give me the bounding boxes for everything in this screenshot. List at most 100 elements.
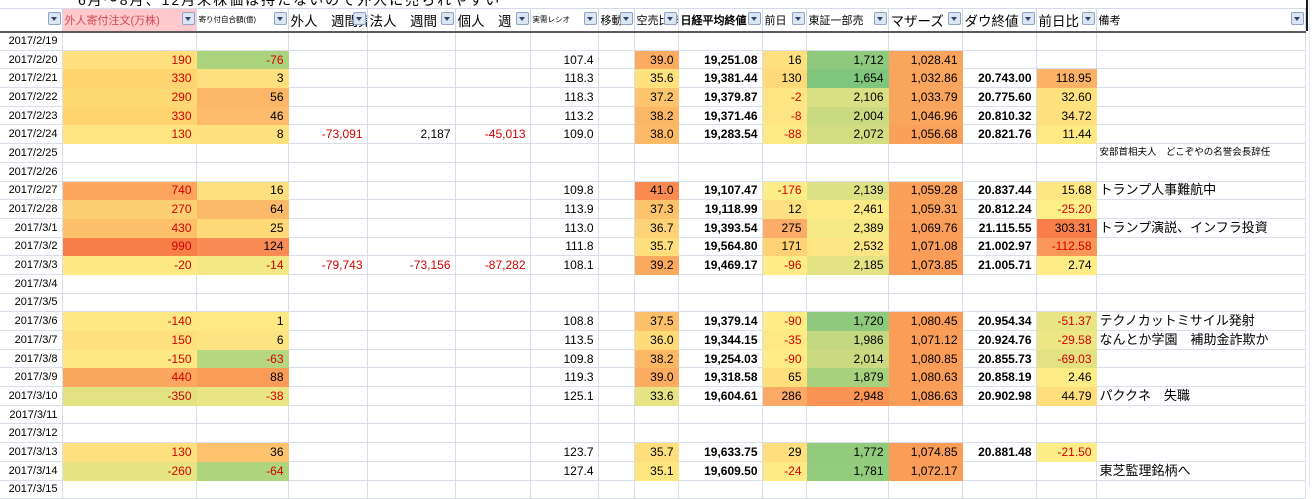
cell-i[interactable]: 35.7 xyxy=(634,237,678,256)
cell-n[interactable]: 20.954.34 xyxy=(962,312,1036,331)
cell-e[interactable] xyxy=(367,387,455,406)
cell-n[interactable]: 20.775.60 xyxy=(962,88,1036,107)
cell-d[interactable] xyxy=(288,50,367,69)
cell-e[interactable] xyxy=(367,106,455,125)
cell-c[interactable]: 8 xyxy=(196,125,288,144)
cell-date[interactable]: 2017/3/10 xyxy=(0,387,62,406)
cell-l[interactable]: 2,139 xyxy=(806,181,888,200)
cell-d[interactable] xyxy=(288,387,367,406)
cell-b[interactable] xyxy=(62,480,196,499)
cell-o[interactable] xyxy=(1036,424,1096,443)
cell-c[interactable] xyxy=(196,162,288,181)
cell-l[interactable]: 1,712 xyxy=(806,50,888,69)
cell-g[interactable]: 107.4 xyxy=(530,50,598,69)
filter-dropdown-icon[interactable] xyxy=(274,12,287,25)
cell-h[interactable] xyxy=(598,368,634,387)
cell-n[interactable] xyxy=(962,32,1036,51)
header-l[interactable]: 東証一部売 xyxy=(806,9,888,32)
cell-r[interactable] xyxy=(1096,405,1305,424)
cell-f[interactable] xyxy=(455,331,530,350)
cell-f[interactable]: -45,013 xyxy=(455,125,530,144)
cell-h[interactable] xyxy=(598,461,634,480)
cell-l[interactable]: 2,532 xyxy=(806,237,888,256)
cell-b[interactable]: 740 xyxy=(62,181,196,200)
cell-l[interactable]: 1,879 xyxy=(806,368,888,387)
cell-i[interactable]: 37.3 xyxy=(634,200,678,219)
cell-l[interactable]: 1,654 xyxy=(806,69,888,88)
cell-b[interactable] xyxy=(62,162,196,181)
cell-m[interactable]: 1,059.31 xyxy=(888,200,962,219)
header-c[interactable]: 寄り付自合額(億) xyxy=(196,9,288,32)
cell-l[interactable]: 2,014 xyxy=(806,349,888,368)
cell-e[interactable] xyxy=(367,349,455,368)
cell-m[interactable] xyxy=(888,405,962,424)
cell-r[interactable]: パククネ 失職 xyxy=(1096,387,1305,406)
cell-o[interactable]: -25.20 xyxy=(1036,200,1096,219)
cell-i[interactable]: 38.2 xyxy=(634,349,678,368)
cell-n[interactable] xyxy=(962,424,1036,443)
cell-i[interactable]: 35.1 xyxy=(634,461,678,480)
cell-j[interactable] xyxy=(678,144,762,163)
cell-j[interactable]: 19,118.99 xyxy=(678,200,762,219)
cell-k[interactable]: -96 xyxy=(762,256,806,275)
cell-j[interactable]: 19,381.44 xyxy=(678,69,762,88)
cell-j[interactable]: 19,251.08 xyxy=(678,50,762,69)
cell-j[interactable]: 19,107.47 xyxy=(678,181,762,200)
cell-c[interactable]: 1 xyxy=(196,312,288,331)
cell-h[interactable] xyxy=(598,349,634,368)
cell-o[interactable]: -29.58 xyxy=(1036,331,1096,350)
cell-j[interactable]: 19,564.80 xyxy=(678,237,762,256)
cell-k[interactable]: -176 xyxy=(762,181,806,200)
cell-h[interactable] xyxy=(598,125,634,144)
cell-h[interactable] xyxy=(598,218,634,237)
filter-dropdown-icon[interactable] xyxy=(353,12,366,25)
cell-date[interactable]: 2017/3/4 xyxy=(0,274,62,293)
cell-k[interactable]: 286 xyxy=(762,387,806,406)
cell-e[interactable] xyxy=(367,405,455,424)
filter-dropdown-icon[interactable] xyxy=(874,12,887,25)
cell-h[interactable] xyxy=(598,32,634,51)
cell-e[interactable] xyxy=(367,88,455,107)
cell-e[interactable] xyxy=(367,218,455,237)
cell-o[interactable]: 2.74 xyxy=(1036,256,1096,275)
cell-e[interactable] xyxy=(367,480,455,499)
cell-g[interactable]: 113.5 xyxy=(530,331,598,350)
cell-o[interactable]: 34.72 xyxy=(1036,106,1096,125)
cell-h[interactable] xyxy=(598,256,634,275)
cell-r[interactable]: 東芝監理銘柄へ xyxy=(1096,461,1305,480)
cell-l[interactable]: 2,004 xyxy=(806,106,888,125)
cell-j[interactable]: 19,344.15 xyxy=(678,331,762,350)
cell-e[interactable] xyxy=(367,200,455,219)
cell-k[interactable]: -24 xyxy=(762,461,806,480)
cell-d[interactable] xyxy=(288,443,367,462)
cell-date[interactable]: 2017/3/6 xyxy=(0,312,62,331)
cell-e[interactable] xyxy=(367,274,455,293)
cell-c[interactable]: -14 xyxy=(196,256,288,275)
cell-n[interactable]: 21.002.97 xyxy=(962,237,1036,256)
cell-m[interactable]: 1,032.86 xyxy=(888,69,962,88)
cell-k[interactable]: 171 xyxy=(762,237,806,256)
cell-h[interactable] xyxy=(598,293,634,312)
filter-dropdown-icon[interactable] xyxy=(620,12,633,25)
filter-dropdown-icon[interactable] xyxy=(441,12,454,25)
cell-n[interactable]: 20.821.76 xyxy=(962,125,1036,144)
cell-d[interactable] xyxy=(288,144,367,163)
cell-c[interactable] xyxy=(196,424,288,443)
cell-g[interactable]: 118.3 xyxy=(530,69,598,88)
cell-c[interactable] xyxy=(196,293,288,312)
cell-i[interactable] xyxy=(634,274,678,293)
cell-g[interactable] xyxy=(530,424,598,443)
cell-e[interactable] xyxy=(367,50,455,69)
cell-r[interactable] xyxy=(1096,125,1305,144)
cell-l[interactable] xyxy=(806,424,888,443)
cell-h[interactable] xyxy=(598,50,634,69)
cell-g[interactable]: 113.9 xyxy=(530,200,598,219)
cell-n[interactable] xyxy=(962,405,1036,424)
cell-d[interactable]: -79,743 xyxy=(288,256,367,275)
cell-k[interactable] xyxy=(762,480,806,499)
cell-j[interactable] xyxy=(678,162,762,181)
cell-b[interactable]: 130 xyxy=(62,125,196,144)
cell-r[interactable]: 安部首相夫人 どこぞやの名誉会長辞任 xyxy=(1096,144,1305,163)
cell-b[interactable]: -20 xyxy=(62,256,196,275)
cell-m[interactable]: 1,059.28 xyxy=(888,181,962,200)
